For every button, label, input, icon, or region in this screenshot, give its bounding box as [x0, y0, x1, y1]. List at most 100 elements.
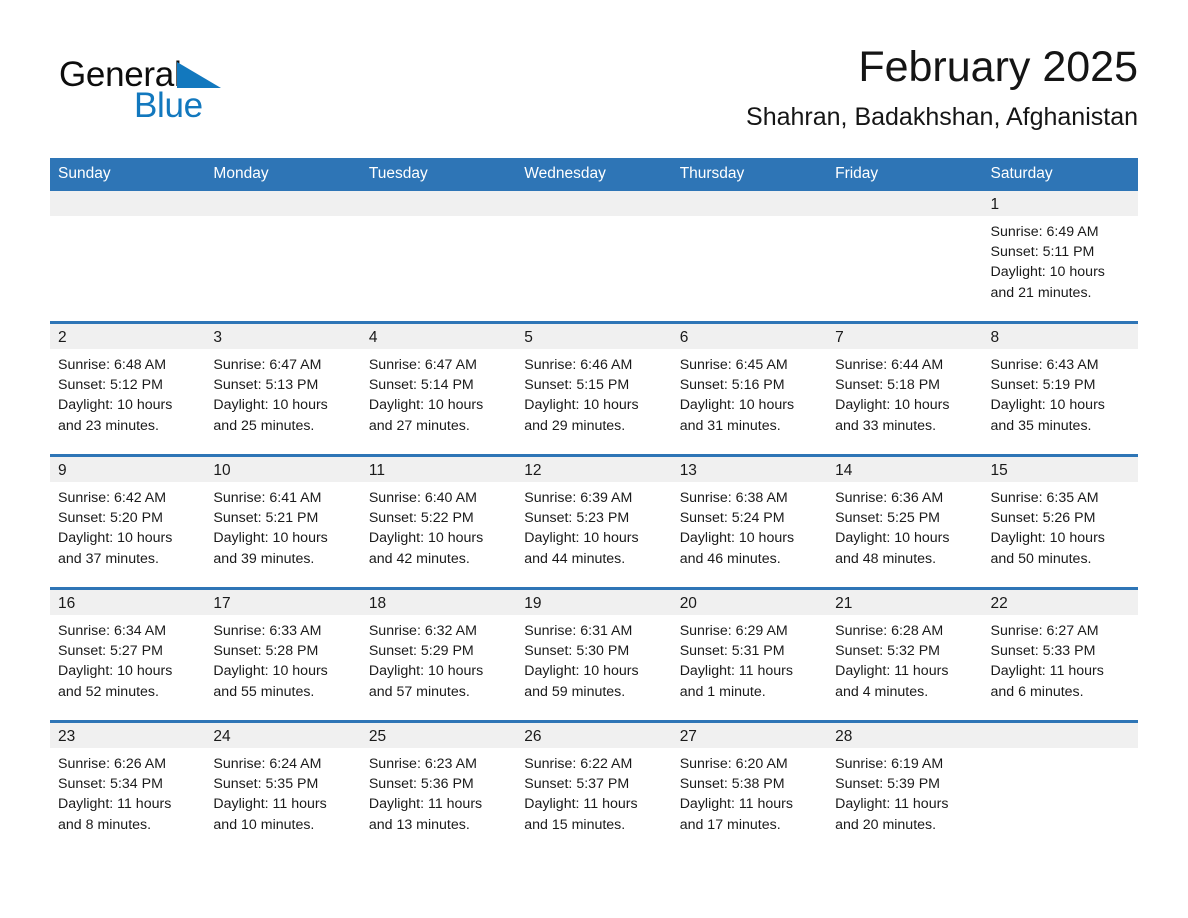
day-detail-line: and 44 minutes. [524, 550, 626, 567]
day-details [205, 216, 360, 321]
day-details: Sunrise: 6:38 AM Sunset: 5:24 PM Daylight:… [672, 482, 827, 587]
day-detail-line: Daylight: 10 hours [524, 397, 639, 414]
day-detail-line: Sunset: 5:37 PM [524, 776, 630, 793]
calendar-body: 1 Sunrise: 6:49 AM Sunset: 5:11 PM Daylight… [50, 191, 1138, 853]
calendar-day-cell[interactable]: 10 Sunrise: 6:41 AM Sunset: 5:21 PM Dayligh… [205, 454, 361, 589]
calendar-day-cell[interactable]: 2 Sunrise: 6:48 AM Sunset: 5:12 PM Daylight… [50, 321, 206, 456]
day-number: 12 [516, 457, 672, 482]
calendar-day-cell[interactable]: 19 Sunrise: 6:31 AM Sunset: 5:30 PM Dayligh… [516, 587, 672, 722]
calendar-day-cell[interactable]: 1 Sunrise: 6:49 AM Sunset: 5:11 PM Daylight… [982, 191, 1138, 323]
day-detail-line: Sunrise: 6:43 AM [990, 357, 1099, 373]
calendar-day-cell[interactable]: 11 Sunrise: 6:40 AM Sunset: 5:22 PM Dayligh… [360, 454, 517, 589]
day-detail-line: Daylight: 10 hours [213, 397, 328, 414]
day-detail-line: Sunset: 5:39 PM [835, 776, 940, 793]
calendar-day-cell-empty [516, 191, 672, 323]
calendar-day-cell[interactable]: 12 Sunrise: 6:39 AM Sunset: 5:23 PM Dayligh… [516, 454, 672, 589]
calendar-week-row: 1 Sunrise: 6:49 AM Sunset: 5:11 PM Daylight… [50, 191, 1138, 323]
day-detail-line: Daylight: 10 hours [213, 530, 328, 547]
day-detail-line: Daylight: 11 hours [368, 796, 483, 813]
day-detail-line: and 25 minutes. [213, 417, 315, 434]
day-detail-line: Sunrise: 6:33 AM [213, 623, 322, 639]
day-detail-line: Sunset: 5:23 PM [524, 510, 630, 527]
day-detail-line: Sunset: 5:31 PM [679, 643, 785, 660]
day-number [516, 191, 672, 216]
calendar-day-cell[interactable]: 28 Sunrise: 6:19 AM Sunset: 5:39 PM Dayligh… [827, 720, 983, 853]
calendar-week-row: 16 Sunrise: 6:34 AM Sunset: 5:27 PM Dayligh… [50, 587, 1138, 722]
day-detail-line: Sunrise: 6:28 AM [835, 623, 944, 639]
day-detail-line: Daylight: 11 hours [679, 663, 793, 680]
day-detail-line: Sunset: 5:32 PM [835, 643, 940, 660]
day-detail-line: Sunrise: 6:22 AM [524, 756, 633, 772]
day-detail-line: Daylight: 11 hours [835, 663, 949, 680]
calendar-day-cell[interactable]: 14 Sunrise: 6:36 AM Sunset: 5:25 PM Dayligh… [827, 454, 983, 589]
day-details: Sunrise: 6:49 AM Sunset: 5:11 PM Daylight:… [983, 216, 1138, 321]
calendar-day-cell[interactable]: 5 Sunrise: 6:46 AM Sunset: 5:15 PM Daylight… [516, 321, 672, 456]
day-detail-line: and 57 minutes. [368, 683, 470, 700]
calendar-day-cell[interactable]: 25 Sunrise: 6:23 AM Sunset: 5:36 PM Dayligh… [360, 720, 517, 853]
calendar-day-cell[interactable]: 18 Sunrise: 6:32 AM Sunset: 5:29 PM Dayligh… [360, 587, 517, 722]
day-details [672, 216, 827, 321]
logo-top-row: General [59, 54, 319, 96]
day-detail-line: Sunset: 5:11 PM [990, 244, 1095, 261]
title-block: February 2025 Shahran, Badakhshan, Afgha… [418, 40, 1138, 134]
day-details: Sunrise: 6:39 AM Sunset: 5:23 PM Daylight:… [516, 482, 671, 587]
day-details: Sunrise: 6:28 AM Sunset: 5:32 PM Daylight:… [827, 615, 982, 720]
day-number: 11 [360, 457, 517, 482]
day-details: Sunrise: 6:35 AM Sunset: 5:26 PM Daylight:… [983, 482, 1138, 587]
day-detail-line: Sunset: 5:28 PM [213, 643, 319, 660]
day-detail-line: Sunrise: 6:44 AM [835, 357, 944, 373]
calendar-day-cell[interactable]: 6 Sunrise: 6:45 AM Sunset: 5:16 PM Daylight… [671, 321, 828, 456]
day-number: 9 [50, 457, 206, 482]
calendar-week-row: 9 Sunrise: 6:42 AM Sunset: 5:20 PM Daylight… [50, 454, 1138, 589]
day-detail-line: Sunset: 5:30 PM [524, 643, 630, 660]
day-detail-line: Sunrise: 6:31 AM [524, 623, 633, 639]
calendar-day-cell[interactable]: 3 Sunrise: 6:47 AM Sunset: 5:13 PM Daylight… [205, 321, 361, 456]
day-number: 28 [827, 723, 983, 748]
day-details: Sunrise: 6:27 AM Sunset: 5:33 PM Daylight:… [983, 615, 1138, 720]
calendar-day-cell[interactable]: 8 Sunrise: 6:43 AM Sunset: 5:19 PM Daylight… [982, 321, 1138, 456]
day-details: Sunrise: 6:20 AM Sunset: 5:38 PM Daylight:… [672, 748, 827, 853]
day-detail-line: Daylight: 10 hours [835, 397, 950, 414]
day-detail-line: Daylight: 10 hours [368, 663, 484, 680]
day-number: 19 [516, 590, 672, 615]
calendar-day-cell[interactable]: 7 Sunrise: 6:44 AM Sunset: 5:18 PM Daylight… [827, 321, 983, 456]
day-detail-line: and 35 minutes. [990, 417, 1092, 434]
day-number [982, 723, 1138, 748]
day-detail-line: Sunset: 5:25 PM [835, 510, 940, 527]
calendar-day-cell[interactable]: 9 Sunrise: 6:42 AM Sunset: 5:20 PM Daylight… [50, 454, 206, 589]
calendar-week-row: 2 Sunrise: 6:48 AM Sunset: 5:12 PM Daylight… [50, 321, 1138, 456]
day-details: Sunrise: 6:32 AM Sunset: 5:29 PM Daylight:… [361, 615, 516, 720]
calendar-day-cell[interactable]: 26 Sunrise: 6:22 AM Sunset: 5:37 PM Dayligh… [516, 720, 672, 853]
calendar-day-cell[interactable]: 23 Sunrise: 6:26 AM Sunset: 5:34 PM Dayligh… [50, 720, 206, 853]
calendar-day-cell[interactable]: 15 Sunrise: 6:35 AM Sunset: 5:26 PM Dayligh… [982, 454, 1138, 589]
day-detail-line: and 31 minutes. [679, 417, 781, 434]
calendar-day-cell[interactable]: 20 Sunrise: 6:29 AM Sunset: 5:31 PM Dayligh… [671, 587, 828, 722]
calendar-day-cell[interactable]: 4 Sunrise: 6:47 AM Sunset: 5:14 PM Daylight… [360, 321, 517, 456]
day-number [827, 191, 983, 216]
logo-text-general: General [59, 55, 182, 94]
calendar-day-cell[interactable]: 22 Sunrise: 6:27 AM Sunset: 5:33 PM Dayligh… [982, 587, 1138, 722]
day-details: Sunrise: 6:31 AM Sunset: 5:30 PM Daylight:… [516, 615, 671, 720]
calendar-day-cell[interactable]: 21 Sunrise: 6:28 AM Sunset: 5:32 PM Dayligh… [827, 587, 983, 722]
calendar-day-cell[interactable]: 27 Sunrise: 6:20 AM Sunset: 5:38 PM Dayligh… [671, 720, 828, 853]
calendar-day-cell[interactable]: 13 Sunrise: 6:38 AM Sunset: 5:24 PM Dayligh… [671, 454, 828, 589]
weekday-header-tuesday: Tuesday [360, 158, 517, 191]
day-detail-line: and 20 minutes. [835, 816, 937, 833]
day-number: 21 [827, 590, 983, 615]
day-detail-line: Daylight: 11 hours [835, 796, 949, 813]
general-blue-logo[interactable]: General Blue [59, 54, 319, 134]
calendar-day-cell[interactable]: 24 Sunrise: 6:24 AM Sunset: 5:35 PM Dayligh… [205, 720, 361, 853]
day-number: 13 [671, 457, 828, 482]
day-details: Sunrise: 6:44 AM Sunset: 5:18 PM Daylight:… [827, 349, 982, 454]
day-detail-line: Sunset: 5:24 PM [679, 510, 785, 527]
day-details: Sunrise: 6:24 AM Sunset: 5:35 PM Daylight:… [205, 748, 360, 853]
calendar-day-cell[interactable]: 16 Sunrise: 6:34 AM Sunset: 5:27 PM Dayligh… [50, 587, 206, 722]
day-details: Sunrise: 6:43 AM Sunset: 5:19 PM Daylight:… [983, 349, 1138, 454]
day-number: 18 [360, 590, 517, 615]
day-detail-line: Sunrise: 6:40 AM [368, 490, 477, 506]
day-details: Sunrise: 6:46 AM Sunset: 5:15 PM Daylight:… [516, 349, 671, 454]
day-detail-line: Sunrise: 6:23 AM [368, 756, 477, 772]
calendar-day-cell[interactable]: 17 Sunrise: 6:33 AM Sunset: 5:28 PM Dayligh… [205, 587, 361, 722]
day-number: 15 [982, 457, 1138, 482]
day-detail-line: Sunrise: 6:36 AM [835, 490, 944, 506]
